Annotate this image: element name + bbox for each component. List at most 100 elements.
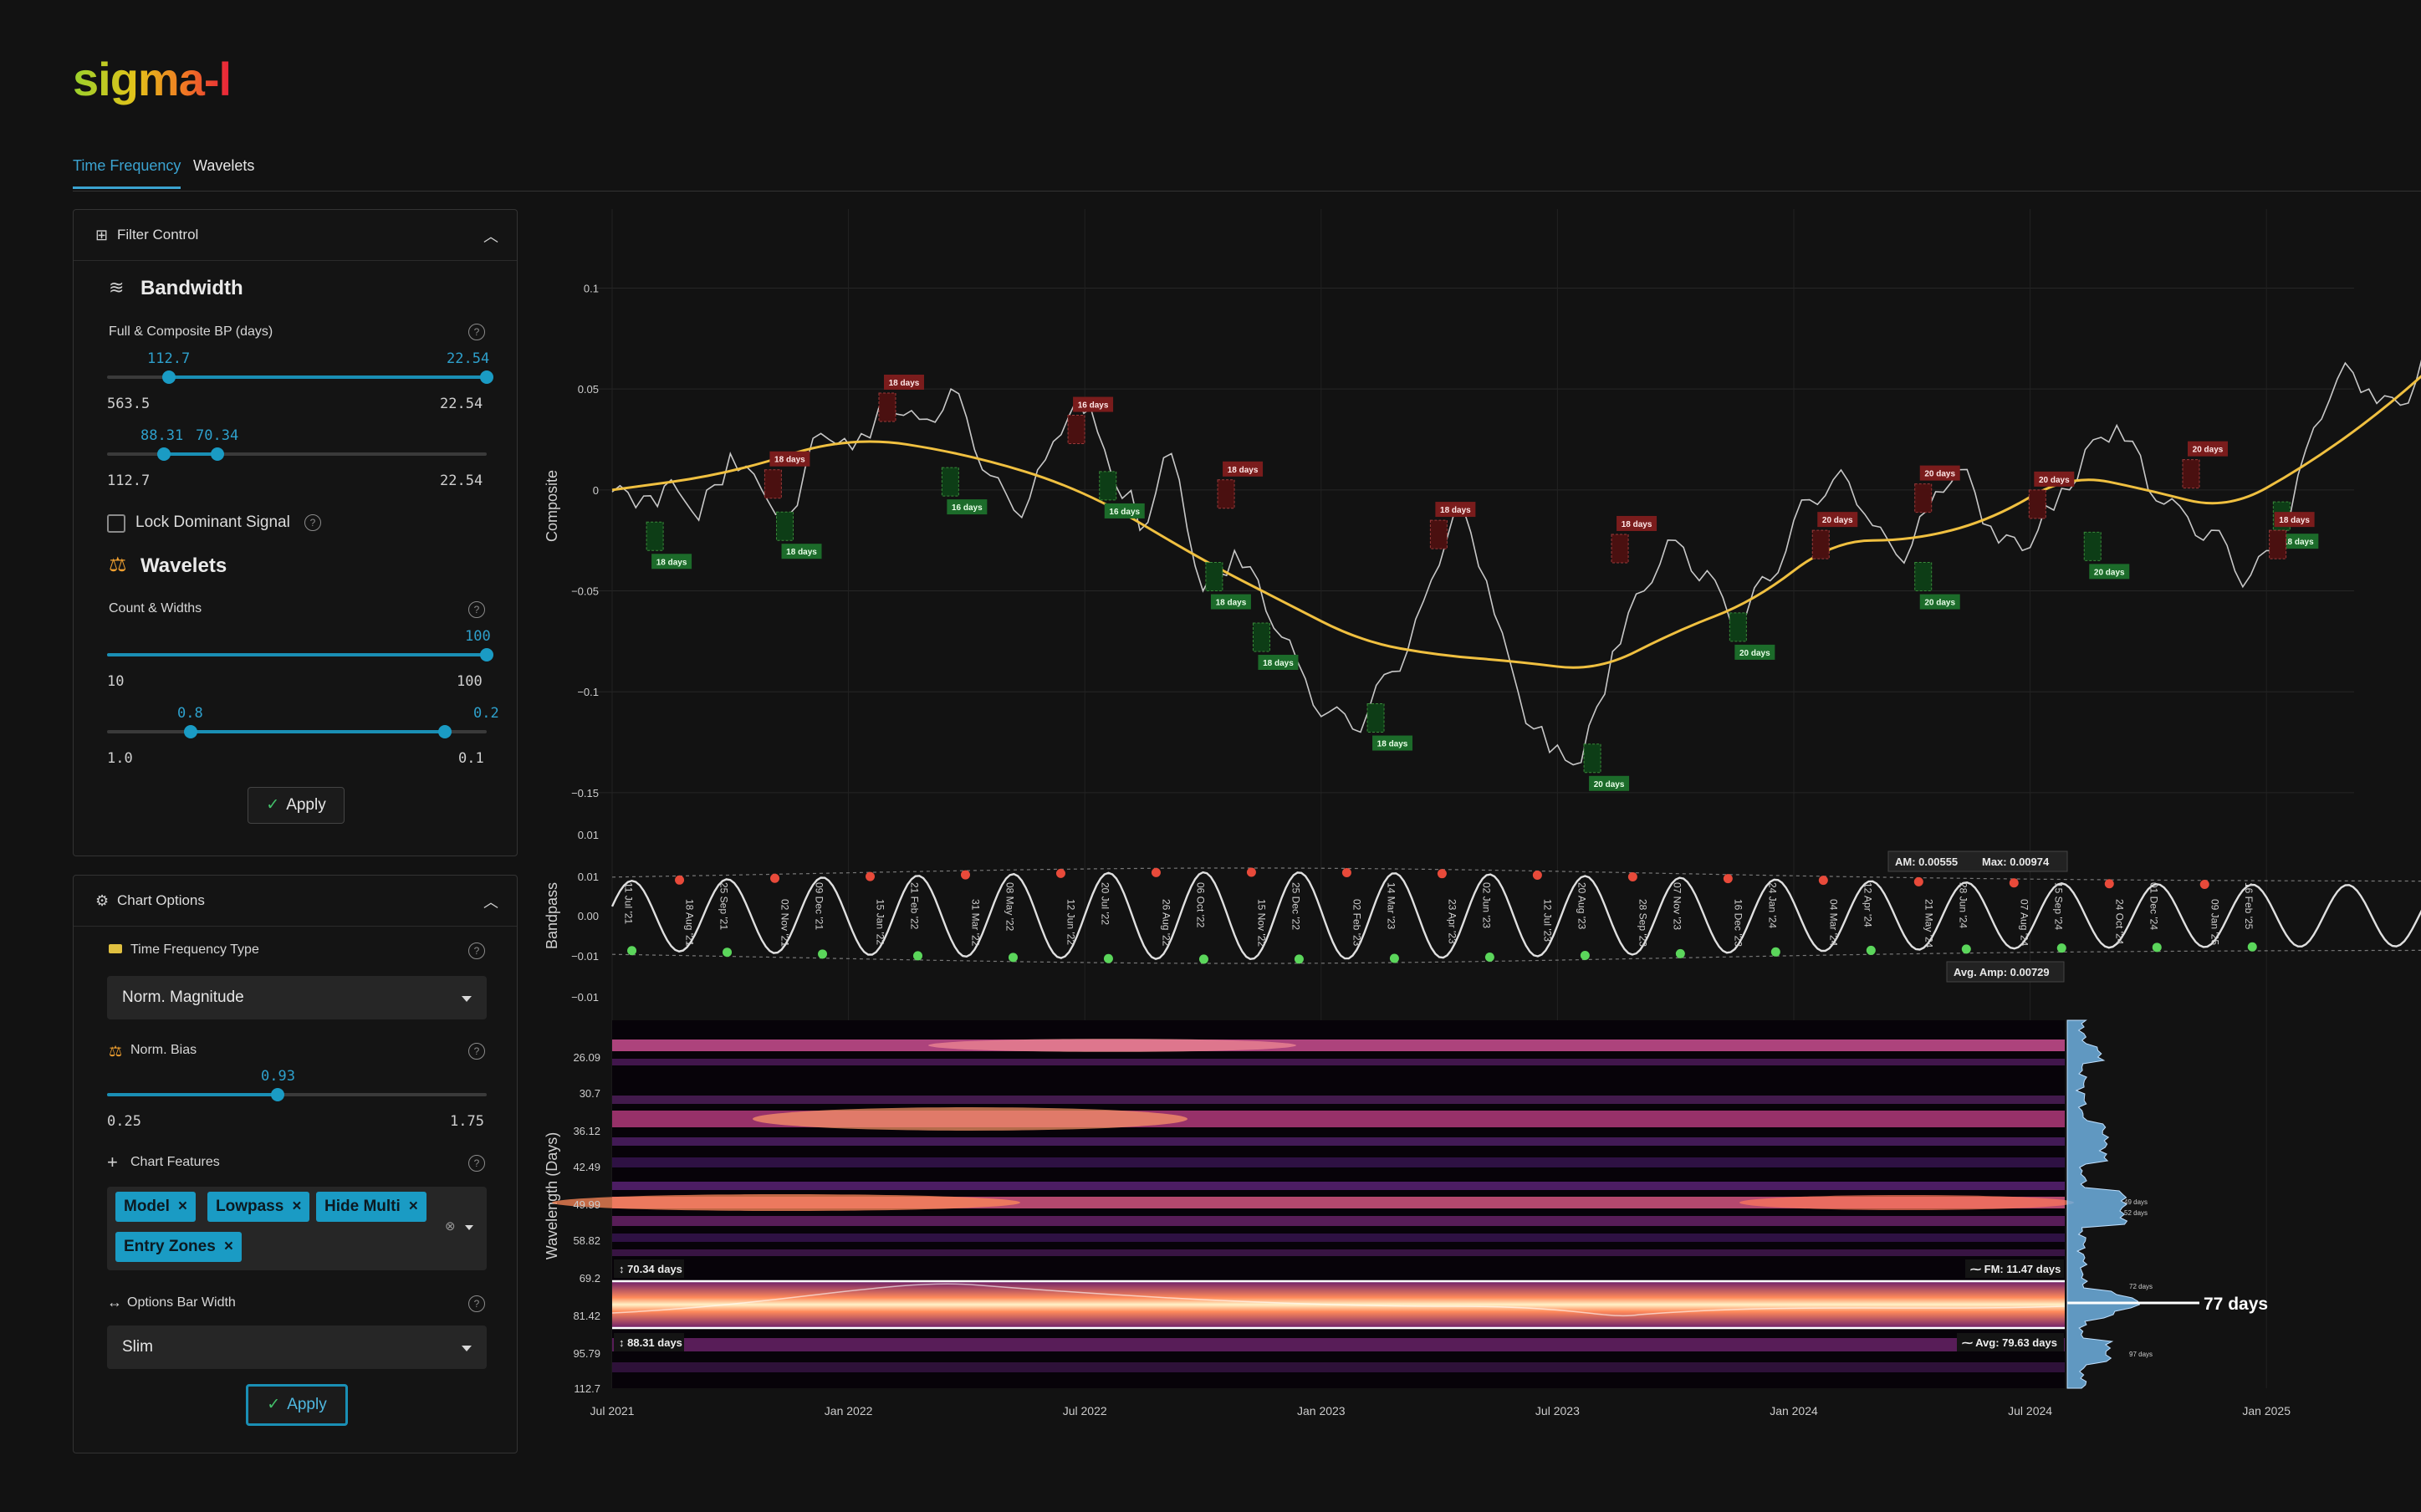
heatmap-band [612,1234,2065,1242]
peak-dot [770,873,780,883]
peak-label: 16 days [1078,401,1109,411]
composite-ytick: 0.1 [584,282,599,294]
chart-options-header[interactable]: ⚙ Chart Options ︿ [74,876,517,927]
width-low-handle[interactable] [184,725,197,738]
heatmap-xtick: Jan 2022 [825,1404,873,1418]
filter-apply-button[interactable]: ✓ Apply [248,787,345,824]
close-icon[interactable]: × [178,1198,187,1215]
trough-zone [1729,612,1747,642]
bandpass-date-label: 24 Oct '24 [2113,899,2125,945]
trough-dot [2247,942,2257,952]
trough-label: 16 days [952,503,983,513]
trough-label: 20 days [2094,568,2125,577]
bandwidth-label: Full & Composite BP (days) [109,324,273,339]
norm-bias-handle[interactable] [271,1088,284,1101]
tab-wavelets[interactable]: Wavelets [193,157,254,186]
bandpass-date-label: 28 Sep '23 [1637,899,1648,947]
lock-dominant-checkbox[interactable] [107,514,125,533]
avg-amp-label: Avg. Amp: 0.00729 [1954,966,2050,978]
width-min: 1.0 [107,750,133,767]
clear-icon[interactable]: ⊗ [445,1218,456,1234]
help-icon[interactable]: ? [468,1295,485,1312]
help-icon[interactable]: ? [468,324,485,340]
help-icon[interactable]: ? [468,1043,485,1060]
chip-lowpass[interactable]: Lowpass × [207,1192,310,1222]
peak-zone [1611,534,1629,564]
help-icon[interactable]: ? [468,1155,485,1172]
chart-apply-button[interactable]: ✓ Apply [246,1384,348,1426]
bp1-low-handle[interactable] [162,370,176,384]
peak-dot [675,875,685,885]
norm-bias-range [107,1093,278,1096]
wavelet-heatmap: Wavelength (Days) 26.09 30.7 36.12 42.49 49.… [544,1019,2291,1418]
trough-zone [2083,531,2102,561]
band-low-box: ↕ 88.31 days [614,1333,684,1351]
bandpass-date-label: 25 Sep '21 [718,882,730,930]
heatmap-band [612,1182,2065,1190]
heatmap-xtick: Jan 2025 [2242,1404,2291,1418]
composite-ytick: −0.1 [577,686,599,698]
chevron-up-icon[interactable]: ︿ [483,225,498,247]
close-icon[interactable]: × [292,1198,301,1215]
heatmap-xtick: Jan 2023 [1297,1404,1346,1418]
caret-down-icon[interactable] [465,1225,473,1230]
trough-dot [2056,943,2066,953]
bandpass-date-label: 07 Nov '23 [1671,882,1683,930]
help-icon[interactable]: ? [304,514,321,531]
heatmap-hotspot [928,1039,1296,1052]
heatmap-hotspot [1739,1195,2074,1210]
bandwidth-title: Bandwidth [140,277,243,299]
peak-zone [1811,529,1830,559]
chip-hide-multi[interactable]: Hide Multi × [316,1192,426,1222]
fm-label: FM: 11.47 days [1984,1263,2061,1275]
tab-time-frequency[interactable]: Time Frequency [73,157,181,189]
max-label: Max: 0.00974 [1982,856,2050,868]
am-box: AM: 0.00555 Max: 0.00974 [1887,850,2068,872]
peak-label: 18 days [1228,466,1259,475]
count-handle[interactable] [480,648,493,662]
chevron-up-icon[interactable]: ︿ [483,891,498,912]
trough-zone [1914,562,1933,592]
trough-dot [1770,947,1780,957]
heatmap-ytick: 58.82 [573,1234,600,1247]
close-icon[interactable]: × [224,1238,233,1255]
bandpass-markers [627,867,2257,964]
help-icon[interactable]: ? [468,601,485,618]
close-icon[interactable]: × [409,1198,418,1215]
bandpass-date-label: 07 Aug '24 [2018,899,2030,947]
chip-model[interactable]: Model × [115,1192,196,1222]
bandpass-date-label: 12 Jul '23 [1541,899,1553,942]
trough-label: 16 days [1109,508,1140,517]
peak-label: 18 days [889,379,920,388]
features-multiselect[interactable]: Model × Lowpass × Hide Multi × Entry Zones ×… [107,1187,487,1270]
tf-type-select[interactable]: Norm. Magnitude [107,976,487,1019]
bandpass-date-label: 08 May '22 [1004,882,1015,932]
bar-width-label: Options Bar Width [127,1295,236,1310]
avg-amp-box: Avg. Amp: 0.00729 [1946,961,2065,983]
bandpass-date-label: 14 Mar '23 [1385,882,1397,930]
trough-zone [1366,703,1385,733]
width-max: 0.1 [458,750,484,767]
bp2-high-handle[interactable] [211,447,224,461]
bandpass-ytick: 0.00 [578,910,599,922]
app-logo: sigma-l [73,53,232,105]
composite-yticks: 0.1 0.05 0 −0.05 −0.1 −0.15 [571,282,599,799]
heatmap-band [612,1249,2065,1256]
lock-dominant-label: Lock Dominant Signal [135,513,290,531]
filter-control-header[interactable]: ⊞ Filter Control ︿ [74,210,517,261]
bar-width-select[interactable]: Slim [107,1326,487,1369]
help-icon[interactable]: ? [468,942,485,959]
width-high-handle[interactable] [438,725,452,738]
chip-entry-zones[interactable]: Entry Zones × [115,1232,242,1262]
chart-options-title: Chart Options [117,892,205,908]
filter-control-panel: ⊞ Filter Control ︿ ≋ Bandwidth Full & Co… [73,209,518,856]
bp2-low-handle[interactable] [157,447,171,461]
peak-dot [1818,876,1828,886]
peak-label: 18 days [1440,506,1471,515]
bandpass-date-label: 20 Aug '23 [1576,882,1587,930]
plus-icon: + [107,1152,118,1172]
bp2-max: 22.54 [440,472,483,489]
width-low-value: 0.8 [177,705,203,722]
peak-dot [1913,876,1923,886]
bp1-high-handle[interactable] [480,370,493,384]
